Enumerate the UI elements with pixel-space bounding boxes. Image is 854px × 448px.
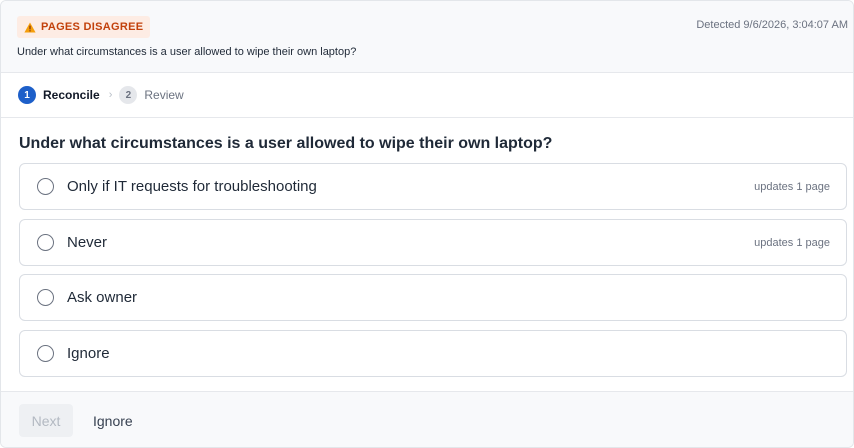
option-only-if-it-requests[interactable]: Only if IT requests for troubleshooting … xyxy=(19,163,847,210)
pages-disagree-badge: PAGES DISAGREE xyxy=(17,16,151,38)
card-footer: Next Ignore xyxy=(1,391,853,447)
next-button[interactable]: Next xyxy=(19,404,73,437)
option-ignore[interactable]: Ignore xyxy=(19,330,847,377)
option-label: Ignore xyxy=(67,345,110,362)
option-updates-count: updates 1 page xyxy=(754,181,830,193)
reconcile-card: PAGES DISAGREE Detected 9/6/2026, 3:04:0… xyxy=(0,0,854,448)
option-ask-owner[interactable]: Ask owner xyxy=(19,274,847,321)
step-separator-chevron-icon: › xyxy=(108,89,113,101)
radio-button[interactable] xyxy=(37,345,54,362)
question-title: Under what circumstances is a user allow… xyxy=(19,135,553,152)
option-label: Only if IT requests for troubleshooting xyxy=(67,178,317,195)
option-updates-count: updates 1 page xyxy=(754,237,830,249)
radio-button[interactable] xyxy=(37,234,54,251)
header-question: Under what circumstances is a user allow… xyxy=(17,46,357,58)
badge-label: PAGES DISAGREE xyxy=(41,21,144,33)
stepper: 1 Reconcile › 2 Review xyxy=(1,73,853,118)
radio-button[interactable] xyxy=(37,289,54,306)
warning-icon xyxy=(24,22,36,32)
radio-button[interactable] xyxy=(37,178,54,195)
option-label: Never xyxy=(67,234,108,251)
step-1-number: 1 xyxy=(18,86,36,104)
option-never[interactable]: Never updates 1 page xyxy=(19,219,847,266)
step-review-label: Review xyxy=(144,88,184,102)
step-2-number: 2 xyxy=(119,86,138,104)
detected-timestamp: Detected 9/6/2026, 3:04:07 AM xyxy=(696,19,848,31)
ignore-button[interactable]: Ignore xyxy=(83,404,143,437)
step-reconcile-label: Reconcile xyxy=(43,88,100,102)
option-label: Ask owner xyxy=(67,289,138,306)
card-header: PAGES DISAGREE Detected 9/6/2026, 3:04:0… xyxy=(1,1,853,73)
